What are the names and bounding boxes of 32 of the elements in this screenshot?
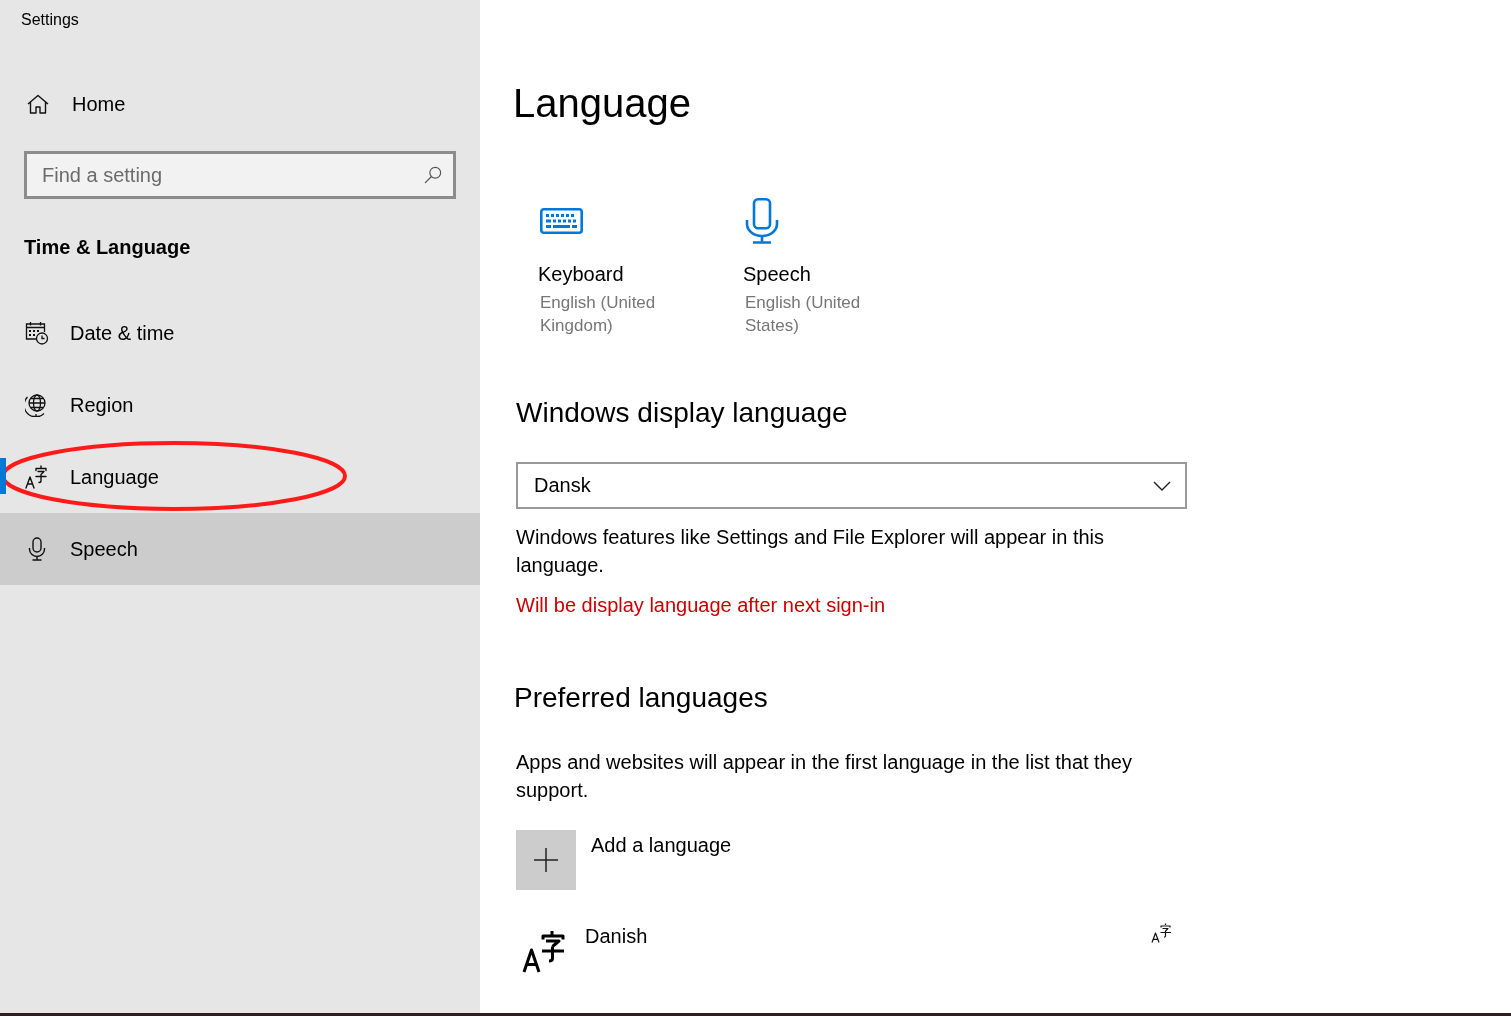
quick-link[interactable]: Keyboard <box>538 260 624 288</box>
home-link[interactable]: Home <box>0 84 126 124</box>
window-title: Settings <box>20 10 79 30</box>
nav-item[interactable]: Date & time <box>0 297 480 369</box>
link-subtitle: English (United Kingdom) <box>539 292 657 337</box>
add-language-button[interactable]: Add a language <box>516 830 732 890</box>
search-field[interactable]: Find a setting <box>24 151 456 199</box>
section-title: Time & Language <box>24 235 191 260</box>
section-heading: Preferred languages <box>514 681 768 715</box>
search-icon <box>424 166 442 184</box>
keyboard-icon <box>540 208 583 234</box>
nav-item[interactable]: Speech <box>0 513 480 585</box>
globe-icon <box>25 393 49 417</box>
plus-icon <box>516 830 576 890</box>
language-icon <box>522 930 566 973</box>
quick-link[interactable]: Speech <box>743 260 811 288</box>
section-heading: Windows display language <box>516 396 848 430</box>
calendar-clock-icon <box>25 321 49 345</box>
description-text: Windows features like Settings and File Explorer will appear in this language. <box>516 525 1106 578</box>
nav-item[interactable]: Region <box>0 369 480 441</box>
language-list-item[interactable]: Danish <box>516 922 1187 977</box>
language-icon <box>1151 923 1172 943</box>
nav-item[interactable]: Language <box>0 441 480 513</box>
chevron-down-icon <box>1153 480 1171 491</box>
link-subtitle: English (United States) <box>744 292 862 337</box>
language-icon <box>25 465 49 489</box>
microphone-icon <box>745 198 779 244</box>
description-text: Apps and websites will appear in the first language in the list that they support. <box>516 750 1133 803</box>
home-icon <box>27 94 49 114</box>
notice-text: Will be display language after next sign-in <box>516 593 886 618</box>
page-title: Language <box>513 80 691 127</box>
language-dropdown[interactable]: Dansk <box>516 462 1187 509</box>
